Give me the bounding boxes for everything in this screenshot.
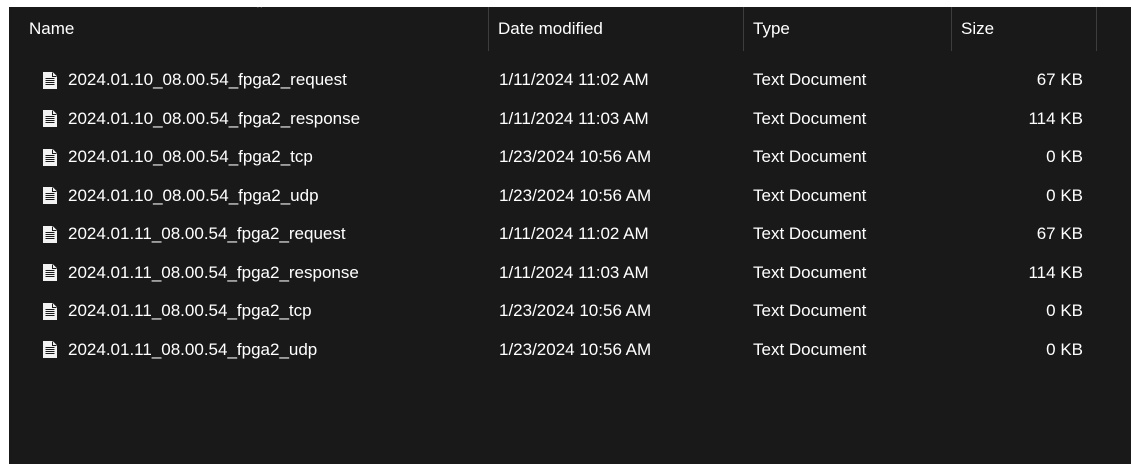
text-document-icon [43,71,57,89]
file-date-modified: 1/11/2024 11:03 AM [499,108,649,128]
sort-ascending-icon: ⌃ [255,7,265,16]
file-date-modified: 1/23/2024 10:56 AM [499,339,652,359]
file-size: 0 KB [1046,147,1083,166]
column-header-type[interactable]: Type [743,7,951,51]
file-name: 2024.01.11_08.00.54_fpga2_response [68,262,359,282]
file-size: 0 KB [1046,185,1083,205]
file-row[interactable]: 2024.01.10_08.00.54_fpga2_response 1/11/2… [9,100,1131,139]
column-divider[interactable] [1096,7,1097,51]
file-type: Text Document [753,108,867,128]
column-header-size-label: Size [961,19,995,38]
file-type: Text Document [753,70,867,89]
file-name-cell: 2024.01.11_08.00.54_fpga2_udp [43,331,483,369]
file-date-modified: 1/23/2024 10:56 AM [499,301,652,320]
file-name-cell: 2024.01.10_08.00.54_fpga2_udp [43,177,483,215]
file-size: 67 KB [1036,70,1083,89]
file-row[interactable]: 2024.01.11_08.00.54_fpga2_udp 1/23/2024 1… [9,331,1131,370]
file-explorer-details-view: Name ⌃ Date modified Type Size 2024.01.1… [9,7,1131,464]
file-date-modified: 1/11/2024 11:02 AM [499,70,649,89]
text-document-icon [43,148,57,166]
file-name-cell: 2024.01.11_08.00.54_fpga2_response [43,254,483,292]
column-header-size[interactable]: Size [951,7,1096,51]
file-type: Text Document [753,185,867,205]
column-header-date-modified[interactable]: Date modified [488,7,743,51]
file-name: 2024.01.11_08.00.54_fpga2_tcp [68,301,312,320]
text-document-icon [43,225,57,243]
file-list: 2024.01.10_08.00.54_fpga2_request 1/11/20… [9,61,1131,369]
file-type: Text Document [753,301,867,320]
file-name-cell: 2024.01.11_08.00.54_fpga2_tcp [43,292,483,330]
file-date-modified: 1/11/2024 11:02 AM [499,224,649,243]
file-name: 2024.01.10_08.00.54_fpga2_udp [68,185,319,205]
file-date-modified: 1/23/2024 10:56 AM [499,185,652,205]
file-row[interactable]: 2024.01.10_08.00.54_fpga2_request 1/11/20… [9,61,1131,100]
file-row[interactable]: 2024.01.11_08.00.54_fpga2_tcp 1/23/2024 1… [9,292,1131,331]
file-size: 114 KB [1028,108,1083,128]
file-name: 2024.01.10_08.00.54_fpga2_response [68,108,361,128]
file-type: Text Document [753,339,867,359]
file-date-modified: 1/11/2024 11:03 AM [499,262,649,282]
file-date-modified: 1/23/2024 10:56 AM [499,147,652,166]
file-name: 2024.01.10_08.00.54_fpga2_request [68,70,347,89]
file-type: Text Document [753,147,867,166]
file-row[interactable]: 2024.01.11_08.00.54_fpga2_request 1/11/20… [9,215,1131,254]
file-type: Text Document [753,262,867,282]
text-document-icon [43,110,57,127]
file-name-cell: 2024.01.11_08.00.54_fpga2_request [43,215,483,253]
file-name-cell: 2024.01.10_08.00.54_fpga2_request [43,61,483,99]
file-name: 2024.01.10_08.00.54_fpga2_tcp [68,147,313,166]
file-size: 0 KB [1046,301,1083,320]
column-header-name[interactable]: Name [9,7,488,51]
file-name: 2024.01.11_08.00.54_fpga2_request [68,224,346,243]
column-header-date-label: Date modified [498,19,603,38]
file-size: 67 KB [1036,224,1083,243]
file-type: Text Document [753,224,867,243]
text-document-icon [43,264,57,281]
file-name-cell: 2024.01.10_08.00.54_fpga2_tcp [43,138,483,176]
text-document-icon [43,187,57,204]
file-row[interactable]: 2024.01.10_08.00.54_fpga2_tcp 1/23/2024 1… [9,138,1131,177]
column-header-name-label: Name [29,19,75,38]
file-size: 0 KB [1046,339,1083,359]
column-header-type-label: Type [753,19,790,38]
column-header-bar: Name ⌃ Date modified Type Size [9,7,1131,51]
file-size: 114 KB [1028,262,1083,282]
text-document-icon [43,341,57,358]
file-name-cell: 2024.01.10_08.00.54_fpga2_response [43,100,483,138]
file-row[interactable]: 2024.01.11_08.00.54_fpga2_response 1/11/2… [9,254,1131,293]
file-name: 2024.01.11_08.00.54_fpga2_udp [68,339,318,359]
text-document-icon [43,302,57,320]
file-row[interactable]: 2024.01.10_08.00.54_fpga2_udp 1/23/2024 1… [9,177,1131,216]
